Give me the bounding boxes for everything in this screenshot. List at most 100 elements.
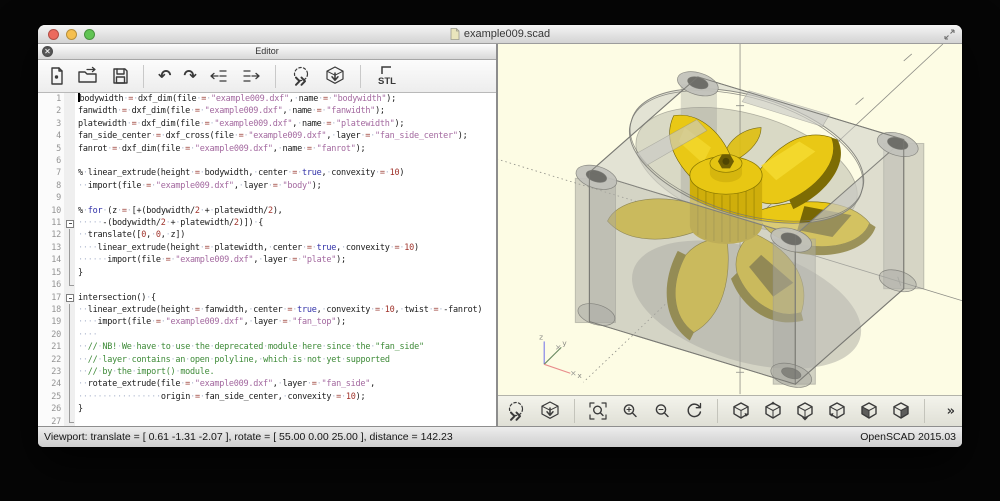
view-bottom-button[interactable] [795, 401, 815, 421]
traffic-lights [48, 29, 95, 40]
fold-marker [64, 267, 75, 279]
undo-button[interactable]: ↶ [158, 68, 171, 84]
code-line[interactable]: 3platewidth·=·dxf_dim(file·=·"example009… [38, 118, 496, 130]
fold-marker [64, 316, 75, 328]
code-line[interactable]: 19····import(file·=·"example009.dxf",·la… [38, 316, 496, 328]
fold-marker [64, 329, 75, 341]
editor-toolbar: ↶ ↷ STL [38, 60, 496, 93]
code-line[interactable]: 10%·for·(z·=·[+(bodywidth/2·+·platewidth… [38, 205, 496, 217]
zoom-all-button[interactable] [588, 401, 608, 421]
more-button[interactable]: » [947, 405, 955, 418]
reset-view-button[interactable] [684, 401, 704, 421]
title-bar[interactable]: example009.scad [38, 25, 962, 44]
fold-marker[interactable] [64, 217, 75, 229]
line-number: 16 [38, 279, 64, 291]
line-number: 21 [38, 341, 64, 353]
redo-button[interactable]: ↷ [183, 68, 196, 84]
code-line[interactable]: 21··//·NB!·We·have·to·use·the·deprecated… [38, 341, 496, 353]
3d-scene[interactable]: z y x [498, 44, 962, 426]
stl-export-button[interactable]: STL [375, 65, 399, 87]
code-line[interactable]: 2fanwidth·=·dxf_dim(file·=·"example009.d… [38, 105, 496, 117]
fold-marker [64, 192, 75, 204]
preview-button[interactable] [505, 400, 527, 422]
toolbar-separator [360, 65, 361, 88]
fold-marker [64, 93, 75, 105]
zoom-in-button[interactable] [620, 401, 640, 421]
code-line[interactable]: 6 [38, 155, 496, 167]
close-panel-icon[interactable]: ✕ [42, 46, 53, 57]
code-line[interactable]: 14······import(file·=·"example009.dxf",·… [38, 254, 496, 266]
axis-indicator: z y x [539, 332, 582, 380]
view-back-button[interactable] [891, 401, 911, 421]
code-line[interactable]: 4fan_side_center·=·dxf_cross(file·=·"exa… [38, 130, 496, 142]
fold-marker [64, 354, 75, 366]
fold-marker [64, 378, 75, 390]
view-top-button[interactable] [763, 401, 783, 421]
code-line[interactable]: 22··//·layer·contains·an·open·polyline,·… [38, 354, 496, 366]
preview-button[interactable] [290, 65, 312, 87]
fold-marker [64, 254, 75, 266]
code-line[interactable]: 17intersection()·{ [38, 292, 496, 304]
window-title: example009.scad [464, 28, 550, 40]
fullscreen-icon[interactable] [944, 29, 955, 40]
line-number: 19 [38, 316, 64, 328]
code-line[interactable]: 27 [38, 416, 496, 426]
minimize-window-button[interactable] [66, 29, 77, 40]
view-front-button[interactable] [859, 401, 879, 421]
close-window-button[interactable] [48, 29, 59, 40]
fold-marker [64, 403, 75, 415]
code-line[interactable]: 8··import(file·=·"example009.dxf",·layer… [38, 180, 496, 192]
code-line[interactable]: 25·················origin·=·fan_side_cen… [38, 391, 496, 403]
line-number: 15 [38, 267, 64, 279]
fold-marker [64, 341, 75, 353]
code-line[interactable]: 23··//·by·the·import()·module. [38, 366, 496, 378]
fold-marker[interactable] [64, 292, 75, 304]
editor-panel-header[interactable]: ✕ Editor [38, 44, 496, 60]
open-button[interactable] [77, 66, 99, 86]
save-button[interactable] [111, 66, 129, 86]
unindent-button[interactable] [209, 67, 229, 85]
code-line[interactable]: 12··translate([0,·0,·z]) [38, 229, 496, 241]
fold-marker [64, 180, 75, 192]
fold-marker [64, 205, 75, 217]
toolbar-separator [143, 65, 144, 88]
axis-label-y: y [562, 338, 567, 347]
view-left-button[interactable] [827, 401, 847, 421]
code-line[interactable]: 7%·linear_extrude(height·=·bodywidth,·ce… [38, 167, 496, 179]
code-line[interactable]: 20···· [38, 329, 496, 341]
code-line[interactable]: 11·····-(bodywidth/2·+·platewidth/2)])·{ [38, 217, 496, 229]
line-number: 14 [38, 254, 64, 266]
viewport-toolbar: » [498, 395, 962, 426]
line-number: 6 [38, 155, 64, 167]
code-line[interactable]: 18··linear_extrude(height·=·fanwidth,·ce… [38, 304, 496, 316]
code-editor[interactable]: 1bodywidth·=·dxf_dim(file·=·"example009.… [38, 93, 496, 426]
viewport-status-text: Viewport: translate = [ 0.61 -1.31 -2.07… [44, 431, 453, 443]
line-number: 20 [38, 329, 64, 341]
fold-marker [64, 229, 75, 241]
3d-viewport[interactable]: z y x » [498, 44, 962, 426]
view-right-button[interactable] [731, 401, 751, 421]
fold-marker [64, 167, 75, 179]
code-line[interactable]: 24··rotate_extrude(file·=·"example009.dx… [38, 378, 496, 390]
line-number: 1 [38, 93, 64, 105]
indent-button[interactable] [241, 67, 261, 85]
code-line[interactable]: 9 [38, 192, 496, 204]
new-file-button[interactable] [47, 66, 65, 86]
code-line[interactable]: 1bodywidth·=·dxf_dim(file·=·"example009.… [38, 93, 496, 105]
code-line[interactable]: 15} [38, 267, 496, 279]
line-number: 2 [38, 105, 64, 117]
render-button[interactable] [539, 400, 561, 422]
zoom-out-button[interactable] [652, 401, 672, 421]
line-number: 4 [38, 130, 64, 142]
app-version-text: OpenSCAD 2015.03 [860, 431, 956, 443]
code-line[interactable]: 5fanrot·=·dxf_dim(file·=·"example009.dxf… [38, 143, 496, 155]
render-button[interactable] [324, 65, 346, 87]
fold-marker [64, 130, 75, 142]
code-line[interactable]: 26} [38, 403, 496, 415]
line-number: 17 [38, 292, 64, 304]
code-line[interactable]: 16 [38, 279, 496, 291]
code-line[interactable]: 13····linear_extrude(height·=·platewidth… [38, 242, 496, 254]
line-number: 26 [38, 403, 64, 415]
line-number: 27 [38, 416, 64, 426]
zoom-window-button[interactable] [84, 29, 95, 40]
